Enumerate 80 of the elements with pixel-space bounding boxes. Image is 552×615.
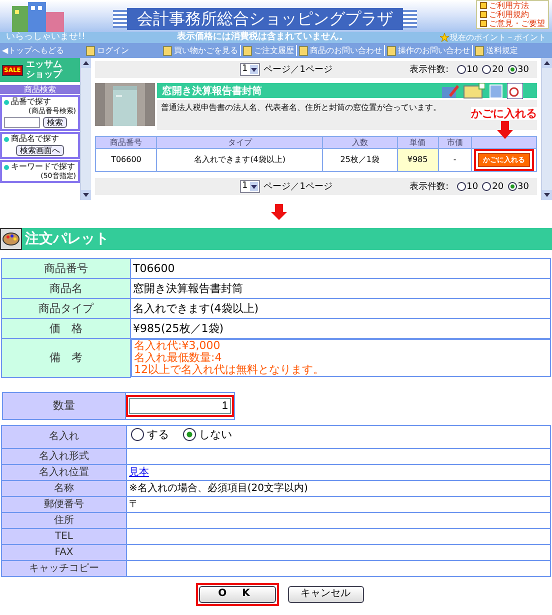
search-label[interactable]: キーワードで探す xyxy=(4,162,76,172)
palette-icon xyxy=(0,228,22,250)
per-page-radio[interactable]: 10 xyxy=(456,182,478,192)
note-line: 12以上で名入れ代は無料となります。 xyxy=(134,364,325,376)
scrollbar[interactable] xyxy=(541,58,552,200)
field-label: 名称 xyxy=(2,480,126,496)
field-label: 商品タイプ xyxy=(2,298,130,318)
field-value: ※名入れの場合、必須項目(20文字以内) xyxy=(126,480,550,496)
greeting-text: いらっしゃいませ!! xyxy=(6,32,86,43)
page-count: ページ／1ページ xyxy=(264,181,332,193)
note-line: 名入れ代:¥3,000 xyxy=(134,340,222,352)
table-cell: 名入れできます(4袋以上) xyxy=(156,148,323,172)
scrollbar[interactable] xyxy=(80,58,91,200)
per-page-radio[interactable]: 30 xyxy=(508,64,529,74)
note-line: 名入れ最低数量:4 xyxy=(134,352,223,364)
field-label: 郵便番号 xyxy=(2,496,126,512)
field-label: TEL xyxy=(2,528,126,544)
magnifier-icon[interactable] xyxy=(507,82,523,98)
field-value: 窓開き決算報告書封筒 xyxy=(130,278,550,298)
per-page-radio[interactable]: 30 xyxy=(508,182,529,192)
field-label: 名入れ形式 xyxy=(2,448,126,464)
column-header: タイプ xyxy=(156,136,323,148)
form-button[interactable]: O K xyxy=(198,586,276,602)
field-label: キャッチコピー xyxy=(2,560,126,576)
down-arrow-icon xyxy=(271,204,287,220)
field-value: ¥985(25枚／1袋) xyxy=(130,318,550,338)
field-label: 商品名 xyxy=(2,278,130,298)
search-screen-button[interactable]: 検索画面へ xyxy=(16,145,64,156)
cart-callout: かごに入れる xyxy=(471,107,537,120)
column-header: 市価 xyxy=(438,136,472,148)
tax-notice: 表示価格には消費税は含まれていません。 xyxy=(177,32,348,43)
table-cell: T06600 xyxy=(96,148,157,172)
page-select[interactable]: 1 xyxy=(240,180,260,193)
per-page-label: 表示件数: xyxy=(410,64,449,76)
page-select[interactable]: 1 xyxy=(240,63,260,76)
product-number-field[interactable] xyxy=(4,117,40,128)
field-label: 備 考 xyxy=(2,338,130,377)
field-label: 名入れ xyxy=(2,425,126,448)
column-header: 単価 xyxy=(397,136,438,148)
field-label: FAX xyxy=(2,544,126,560)
table-cell: - xyxy=(438,148,472,172)
stripes-icon xyxy=(403,10,417,28)
search-button[interactable]: 検索 xyxy=(43,117,67,128)
product-name: 窓開き決算報告書封筒 xyxy=(162,84,262,98)
search-heading: 商品検索 xyxy=(0,85,80,94)
form-button[interactable]: キャンセル xyxy=(288,586,364,602)
field-label: 数量 xyxy=(2,392,126,419)
down-arrow-icon xyxy=(497,121,513,139)
column-header: 入数 xyxy=(322,136,398,148)
field-label: 名入れ位置 xyxy=(2,464,126,480)
site-title: 会計事務所総合ショッピングプラザ xyxy=(127,8,403,30)
radio-option[interactable]: しない xyxy=(183,428,232,441)
per-page-radio[interactable]: 10 xyxy=(456,64,478,74)
per-page-label: 表示件数: xyxy=(410,180,449,193)
help-link[interactable]: ご利用規約 xyxy=(480,10,545,19)
per-page-radio[interactable]: 20 xyxy=(482,182,504,192)
product-description: 普通法人税申告書の法人名、代表者名、住所と封筒の窓位置が合っています。 xyxy=(161,103,441,112)
sample-link[interactable]: 見本 xyxy=(129,466,149,478)
field-label: 商品番号 xyxy=(2,258,130,278)
per-page-radio[interactable]: 20 xyxy=(482,64,504,74)
pencil-icon[interactable] xyxy=(441,82,459,98)
quantity-field[interactable]: 1 xyxy=(129,398,231,414)
page-count: ページ／1ページ xyxy=(264,64,332,76)
field-value: 名入れできます(4袋以上) xyxy=(130,298,550,318)
column-header: 商品番号 xyxy=(96,136,157,148)
points-text: 現在のポイント－ポイント xyxy=(450,32,546,43)
help-link[interactable]: ご意見・ご要望 xyxy=(480,19,545,28)
search-label[interactable]: 品番で探す xyxy=(4,97,76,107)
palette-title: 注文パレット xyxy=(25,230,109,248)
field-value: 〒 xyxy=(126,496,550,512)
stripes-icon xyxy=(113,10,127,28)
table-cell: 25枚／1袋 xyxy=(322,148,398,172)
radio-option[interactable]: する xyxy=(131,428,169,441)
table-cell: ¥985 xyxy=(397,148,438,172)
field-label: 住所 xyxy=(2,512,126,528)
help-link[interactable]: ご利用方法 xyxy=(480,1,545,10)
search-label[interactable]: 商品名で探す xyxy=(4,134,76,144)
field-label: 価 格 xyxy=(2,318,130,338)
field-value: T06600 xyxy=(130,258,550,278)
star-icon xyxy=(440,33,449,42)
